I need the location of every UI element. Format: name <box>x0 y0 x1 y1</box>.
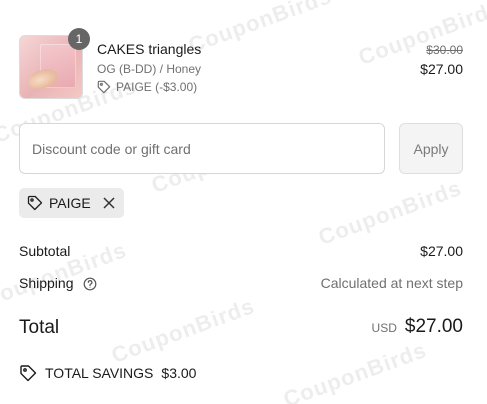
tag-icon <box>27 195 43 211</box>
discount-code-input[interactable] <box>19 123 385 174</box>
savings-label: TOTAL SAVINGS <box>45 365 154 381</box>
product-price: $27.00 <box>420 61 463 77</box>
shipping-value: Calculated at next step <box>320 275 463 291</box>
savings-tag-icon <box>20 365 37 382</box>
help-circle-icon[interactable] <box>83 277 97 291</box>
shipping-label: Shipping <box>19 275 74 291</box>
currency-code: USD <box>371 321 397 335</box>
product-discount-label: PAIGE (-$3.00) <box>116 80 198 94</box>
applied-discount-chip: PAIGE <box>19 188 124 218</box>
order-summary: CouponBirds CouponBirds CouponBirds Coup… <box>0 0 487 404</box>
apply-button[interactable]: Apply <box>399 123 463 174</box>
original-price: $30.00 <box>426 43 463 57</box>
close-icon[interactable] <box>102 196 116 210</box>
product-discount: PAIGE (-$3.00) <box>97 80 197 94</box>
product-variant: OG (B-DD) / Honey <box>97 62 202 76</box>
shipping-row: Shipping <box>19 275 97 291</box>
quantity-badge: 1 <box>68 28 90 50</box>
watermark: CouponBirds <box>108 293 258 368</box>
subtotal-label: Subtotal <box>19 243 71 259</box>
watermark: CouponBirds <box>185 0 335 58</box>
product-name: CAKES triangles <box>97 41 202 57</box>
total-value: $27.00 <box>404 316 463 337</box>
total-label: Total <box>19 317 60 338</box>
watermark: CouponBirds <box>315 175 465 250</box>
subtotal-value: $27.00 <box>420 243 463 259</box>
total-savings: TOTAL SAVINGS $3.00 <box>19 364 196 382</box>
tag-icon <box>97 80 111 94</box>
total-amount: USD $27.00 <box>372 316 463 338</box>
savings-value: $3.00 <box>161 365 197 381</box>
applied-code: PAIGE <box>49 195 91 211</box>
watermark: CouponBirds <box>280 337 430 404</box>
